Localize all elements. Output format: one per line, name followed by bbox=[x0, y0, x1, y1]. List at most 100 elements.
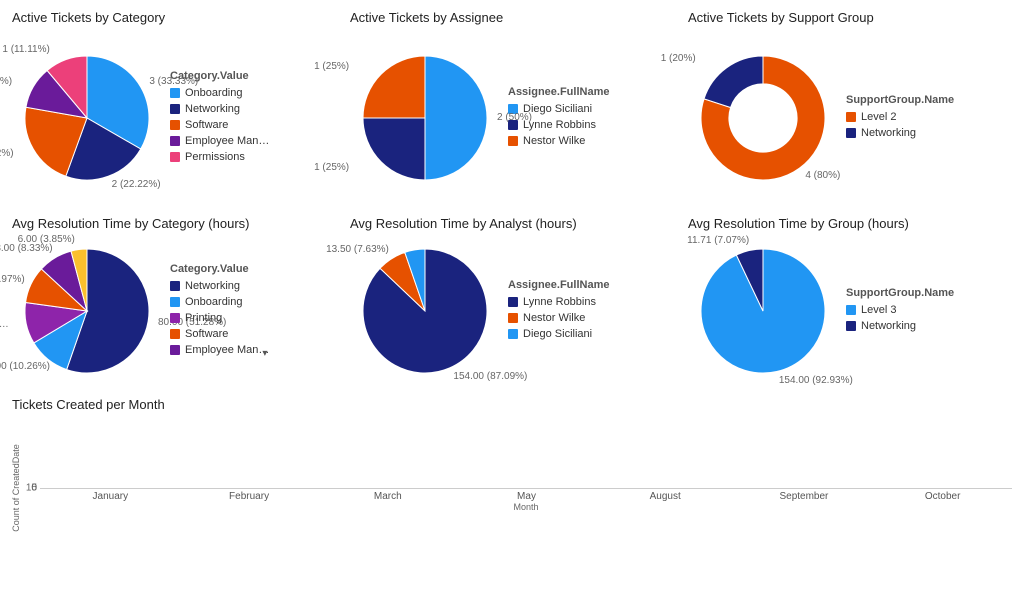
legend-item[interactable]: Networking bbox=[170, 279, 269, 293]
y-tick: 10 bbox=[26, 482, 41, 493]
legend-title: Assignee.FullName bbox=[508, 86, 609, 98]
legend-swatch bbox=[846, 128, 856, 138]
legend-item[interactable]: Employee Man… bbox=[170, 134, 269, 148]
legend-swatch bbox=[170, 297, 180, 307]
legend: SupportGroup.NameLevel 2Networking bbox=[846, 94, 954, 142]
legend-swatch bbox=[170, 152, 180, 162]
chart-title: Avg Resolution Time by Analyst (hours) bbox=[350, 216, 674, 231]
legend-item[interactable]: Networking bbox=[846, 319, 954, 333]
legend-label: Permissions bbox=[185, 150, 245, 164]
legend-title: Assignee.FullName bbox=[508, 279, 609, 291]
legend: SupportGroup.Name Level 3 Networking bbox=[846, 287, 954, 335]
legend-item[interactable]: Onboarding bbox=[170, 295, 269, 309]
legend-title: Category.Value bbox=[170, 70, 269, 82]
legend-item[interactable]: Lynne Robbins bbox=[508, 295, 609, 309]
legend-label: Printing bbox=[185, 311, 222, 325]
legend-label: Nestor Wilke bbox=[523, 134, 585, 148]
pie-slice[interactable] bbox=[363, 56, 425, 118]
legend-label: Nestor Wilke bbox=[523, 311, 585, 325]
chevron-down-icon[interactable]: ▾ bbox=[262, 348, 267, 359]
legend: Assignee.FullName Diego Siciliani Lynne Ro… bbox=[508, 86, 609, 150]
chart-title: Avg Resolution Time by Category (hours) bbox=[12, 216, 336, 231]
chart-body: 154.00 (87.09%)13.50 (7.63%)Assignee.Ful… bbox=[350, 235, 674, 387]
legend-label: Level 3 bbox=[861, 303, 896, 317]
legend-swatch bbox=[846, 112, 856, 122]
legend-swatch bbox=[170, 329, 180, 339]
pie-wrap: 154.00 (92.93%)11.71 (7.07%) bbox=[688, 236, 838, 386]
legend-label: Lynne Robbins bbox=[523, 295, 596, 309]
x-tick-label: January bbox=[93, 491, 129, 502]
x-axis-label: Month bbox=[513, 502, 538, 512]
x-tick-label: May bbox=[517, 491, 536, 502]
legend-item[interactable]: Onboarding bbox=[170, 86, 269, 100]
x-tick-label: October bbox=[925, 491, 961, 502]
legend-label: Networking bbox=[185, 279, 240, 293]
legend-item[interactable]: Software bbox=[170, 118, 269, 132]
legend-title: SupportGroup.Name bbox=[846, 287, 954, 299]
legend-item[interactable]: Level 3 bbox=[846, 303, 954, 317]
chart-body: 4 (80%)1 (20%)SupportGroup.NameLevel 2Ne… bbox=[688, 29, 1012, 206]
legend-swatch bbox=[508, 297, 518, 307]
legend-item[interactable]: Diego Siciliani bbox=[508, 102, 609, 116]
legend-item[interactable]: Software bbox=[170, 327, 269, 341]
pie-wrap: 2 (50%)1 (25%)1 (25%) bbox=[350, 43, 500, 193]
legend-label: Employee Man… bbox=[185, 343, 269, 357]
chart-body: 2 (50%)1 (25%)1 (25%) Assignee.FullName Di… bbox=[350, 29, 674, 206]
legend-label: Software bbox=[185, 327, 228, 341]
legend-item[interactable]: Lynne Robbins bbox=[508, 118, 609, 132]
legend-label: Diego Siciliani bbox=[523, 102, 592, 116]
pie-assignee-tile: Active Tickets by Assignee 2 (50%)1 (25%)… bbox=[346, 8, 678, 208]
legend-label: Networking bbox=[185, 102, 240, 116]
pie-wrap: 154.00 (87.09%)13.50 (7.63%) bbox=[350, 236, 500, 386]
legend-item[interactable]: Employee Man… bbox=[170, 343, 269, 357]
legend-title: Category.Value bbox=[170, 263, 269, 275]
legend-swatch bbox=[508, 104, 518, 114]
chart-title: Active Tickets by Support Group bbox=[688, 10, 1012, 25]
pie-wrap: 80.00 (51.28%)16.00 (10.26%)16.00 (10…14… bbox=[12, 236, 162, 386]
legend: Category.Value Networking Onboarding Printi… bbox=[170, 263, 269, 359]
legend-swatch bbox=[508, 313, 518, 323]
legend-item[interactable]: Networking bbox=[170, 102, 269, 116]
pie-res-group-tile: Avg Resolution Time by Group (hours)154.… bbox=[684, 214, 1016, 389]
pie-slice[interactable] bbox=[704, 56, 763, 107]
bar-plot: 0510JanuaryFebruaryMarchMayAugustSeptemb… bbox=[40, 488, 1012, 489]
legend-swatch bbox=[170, 136, 180, 146]
pie-res-category-tile: Avg Resolution Time by Category (hours) 8… bbox=[8, 214, 340, 389]
pie-svg bbox=[12, 236, 162, 386]
legend-swatch bbox=[170, 88, 180, 98]
chart-body: 3 (33.33%)2 (22.22%)2 (22.22%)1 (11.11%)… bbox=[12, 29, 336, 206]
chart-title: Active Tickets by Assignee bbox=[350, 10, 674, 25]
chart-body: 154.00 (92.93%)11.71 (7.07%)SupportGroup… bbox=[688, 235, 1012, 387]
pie-res-analyst-tile: Avg Resolution Time by Analyst (hours) 15… bbox=[346, 214, 678, 389]
pie-slice[interactable] bbox=[363, 118, 425, 180]
legend-label: Onboarding bbox=[185, 295, 243, 309]
legend-item[interactable]: Nestor Wilke bbox=[508, 311, 609, 325]
chart-title: Active Tickets by Category bbox=[12, 10, 336, 25]
legend: Assignee.FullName Lynne Robbins Nestor Wil… bbox=[508, 279, 609, 343]
pie-category-tile: Active Tickets by Category 3 (33.33%)2 (2… bbox=[8, 8, 340, 208]
x-tick-label: February bbox=[229, 491, 269, 502]
legend-swatch bbox=[170, 104, 180, 114]
legend-swatch bbox=[508, 120, 518, 130]
legend-label: Networking bbox=[861, 126, 916, 140]
pie-svg bbox=[688, 43, 838, 193]
pie-wrap: 3 (33.33%)2 (22.22%)2 (22.22%)1 (11.11%)… bbox=[12, 43, 162, 193]
slice-label: 1 (11.11%) bbox=[0, 76, 12, 87]
legend-item[interactable]: Level 2 bbox=[846, 110, 954, 124]
legend-item[interactable]: Networking bbox=[846, 126, 954, 140]
pie-wrap: 4 (80%)1 (20%) bbox=[688, 43, 838, 193]
legend-item[interactable]: Permissions bbox=[170, 150, 269, 164]
legend-label: Networking bbox=[861, 319, 916, 333]
legend-label: Diego Siciliani bbox=[523, 327, 592, 341]
legend-label: Software bbox=[185, 118, 228, 132]
pie-svg bbox=[12, 43, 162, 193]
legend-item[interactable]: Printing bbox=[170, 311, 269, 325]
slice-label: 16.00 (10… bbox=[0, 319, 9, 330]
legend-swatch bbox=[508, 329, 518, 339]
bar-month-tile: Tickets Created per Month0510JanuaryFebr… bbox=[8, 395, 1016, 585]
pie-svg bbox=[688, 236, 838, 386]
legend-item[interactable]: Nestor Wilke bbox=[508, 134, 609, 148]
pie-slice[interactable] bbox=[425, 56, 487, 180]
pie-svg bbox=[350, 236, 500, 386]
legend-item[interactable]: Diego Siciliani bbox=[508, 327, 609, 341]
